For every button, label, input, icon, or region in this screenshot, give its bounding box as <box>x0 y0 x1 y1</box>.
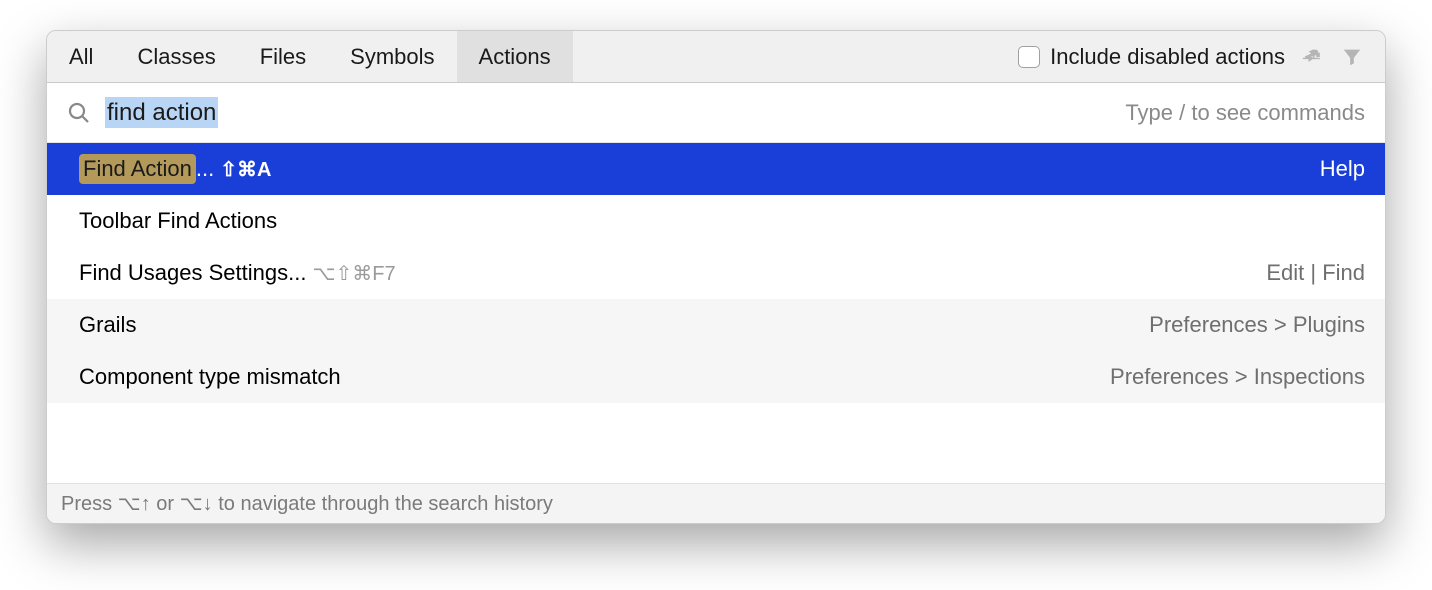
results-list: Find Action... ⇧⌘A Help Toolbar Find Act… <box>47 143 1385 483</box>
result-row-find-action[interactable]: Find Action... ⇧⌘A Help <box>47 143 1385 195</box>
result-text: Grails <box>79 312 136 338</box>
result-label: Toolbar Find Actions <box>79 208 1365 234</box>
filter-icon[interactable] <box>1339 44 1365 70</box>
right-controls: Include disabled actions <box>1018 44 1385 70</box>
tab-all[interactable]: All <box>47 31 115 82</box>
result-row-find-usages-settings[interactable]: Find Usages Settings... ⌥⇧⌘F7 Edit | Fin… <box>47 247 1385 299</box>
result-label: Grails <box>79 312 1149 338</box>
result-location: Edit | Find <box>1266 260 1365 286</box>
result-text: Toolbar Find Actions <box>79 208 277 234</box>
include-disabled-wrap[interactable]: Include disabled actions <box>1018 44 1285 70</box>
result-text: Component type mismatch <box>79 364 341 390</box>
tabs: All Classes Files Symbols Actions <box>47 31 573 82</box>
result-location: Preferences > Inspections <box>1110 364 1365 390</box>
result-highlight: Find Action <box>79 154 196 184</box>
result-row-grails[interactable]: Grails Preferences > Plugins <box>47 299 1385 351</box>
tab-actions[interactable]: Actions <box>457 31 573 82</box>
search-everywhere-window: All Classes Files Symbols Actions Includ… <box>46 30 1386 524</box>
shortcut-text: ⌥⇧⌘F7 <box>312 261 395 286</box>
result-row-toolbar-find-actions[interactable]: Toolbar Find Actions <box>47 195 1385 247</box>
result-label: Find Action... ⇧⌘A <box>79 154 1320 184</box>
shortcut-text: ⇧⌘A <box>220 157 271 182</box>
result-suffix: ... <box>196 156 214 182</box>
pin-icon[interactable] <box>1299 44 1325 70</box>
result-row-component-type-mismatch[interactable]: Component type mismatch Preferences > In… <box>47 351 1385 403</box>
empty-space <box>47 403 1385 483</box>
search-hint: Type / to see commands <box>1125 100 1365 126</box>
result-label: Find Usages Settings... ⌥⇧⌘F7 <box>79 260 1266 286</box>
search-icon <box>67 101 91 125</box>
include-disabled-label: Include disabled actions <box>1050 44 1285 70</box>
footer-hint-text: Press ⌥↑ or ⌥↓ to navigate through the s… <box>61 491 553 516</box>
tab-files[interactable]: Files <box>238 31 328 82</box>
result-location: Preferences > Plugins <box>1149 312 1365 338</box>
include-disabled-checkbox[interactable] <box>1018 46 1040 68</box>
tab-classes[interactable]: Classes <box>115 31 237 82</box>
footer-hint: Press ⌥↑ or ⌥↓ to navigate through the s… <box>47 483 1385 523</box>
tab-symbols[interactable]: Symbols <box>328 31 456 82</box>
result-text: Find Usages Settings... <box>79 260 306 286</box>
search-input[interactable]: find action <box>105 97 218 128</box>
result-location: Help <box>1320 156 1365 182</box>
tabs-row: All Classes Files Symbols Actions Includ… <box>47 31 1385 83</box>
result-label: Component type mismatch <box>79 364 1110 390</box>
search-row: find action Type / to see commands <box>47 83 1385 143</box>
